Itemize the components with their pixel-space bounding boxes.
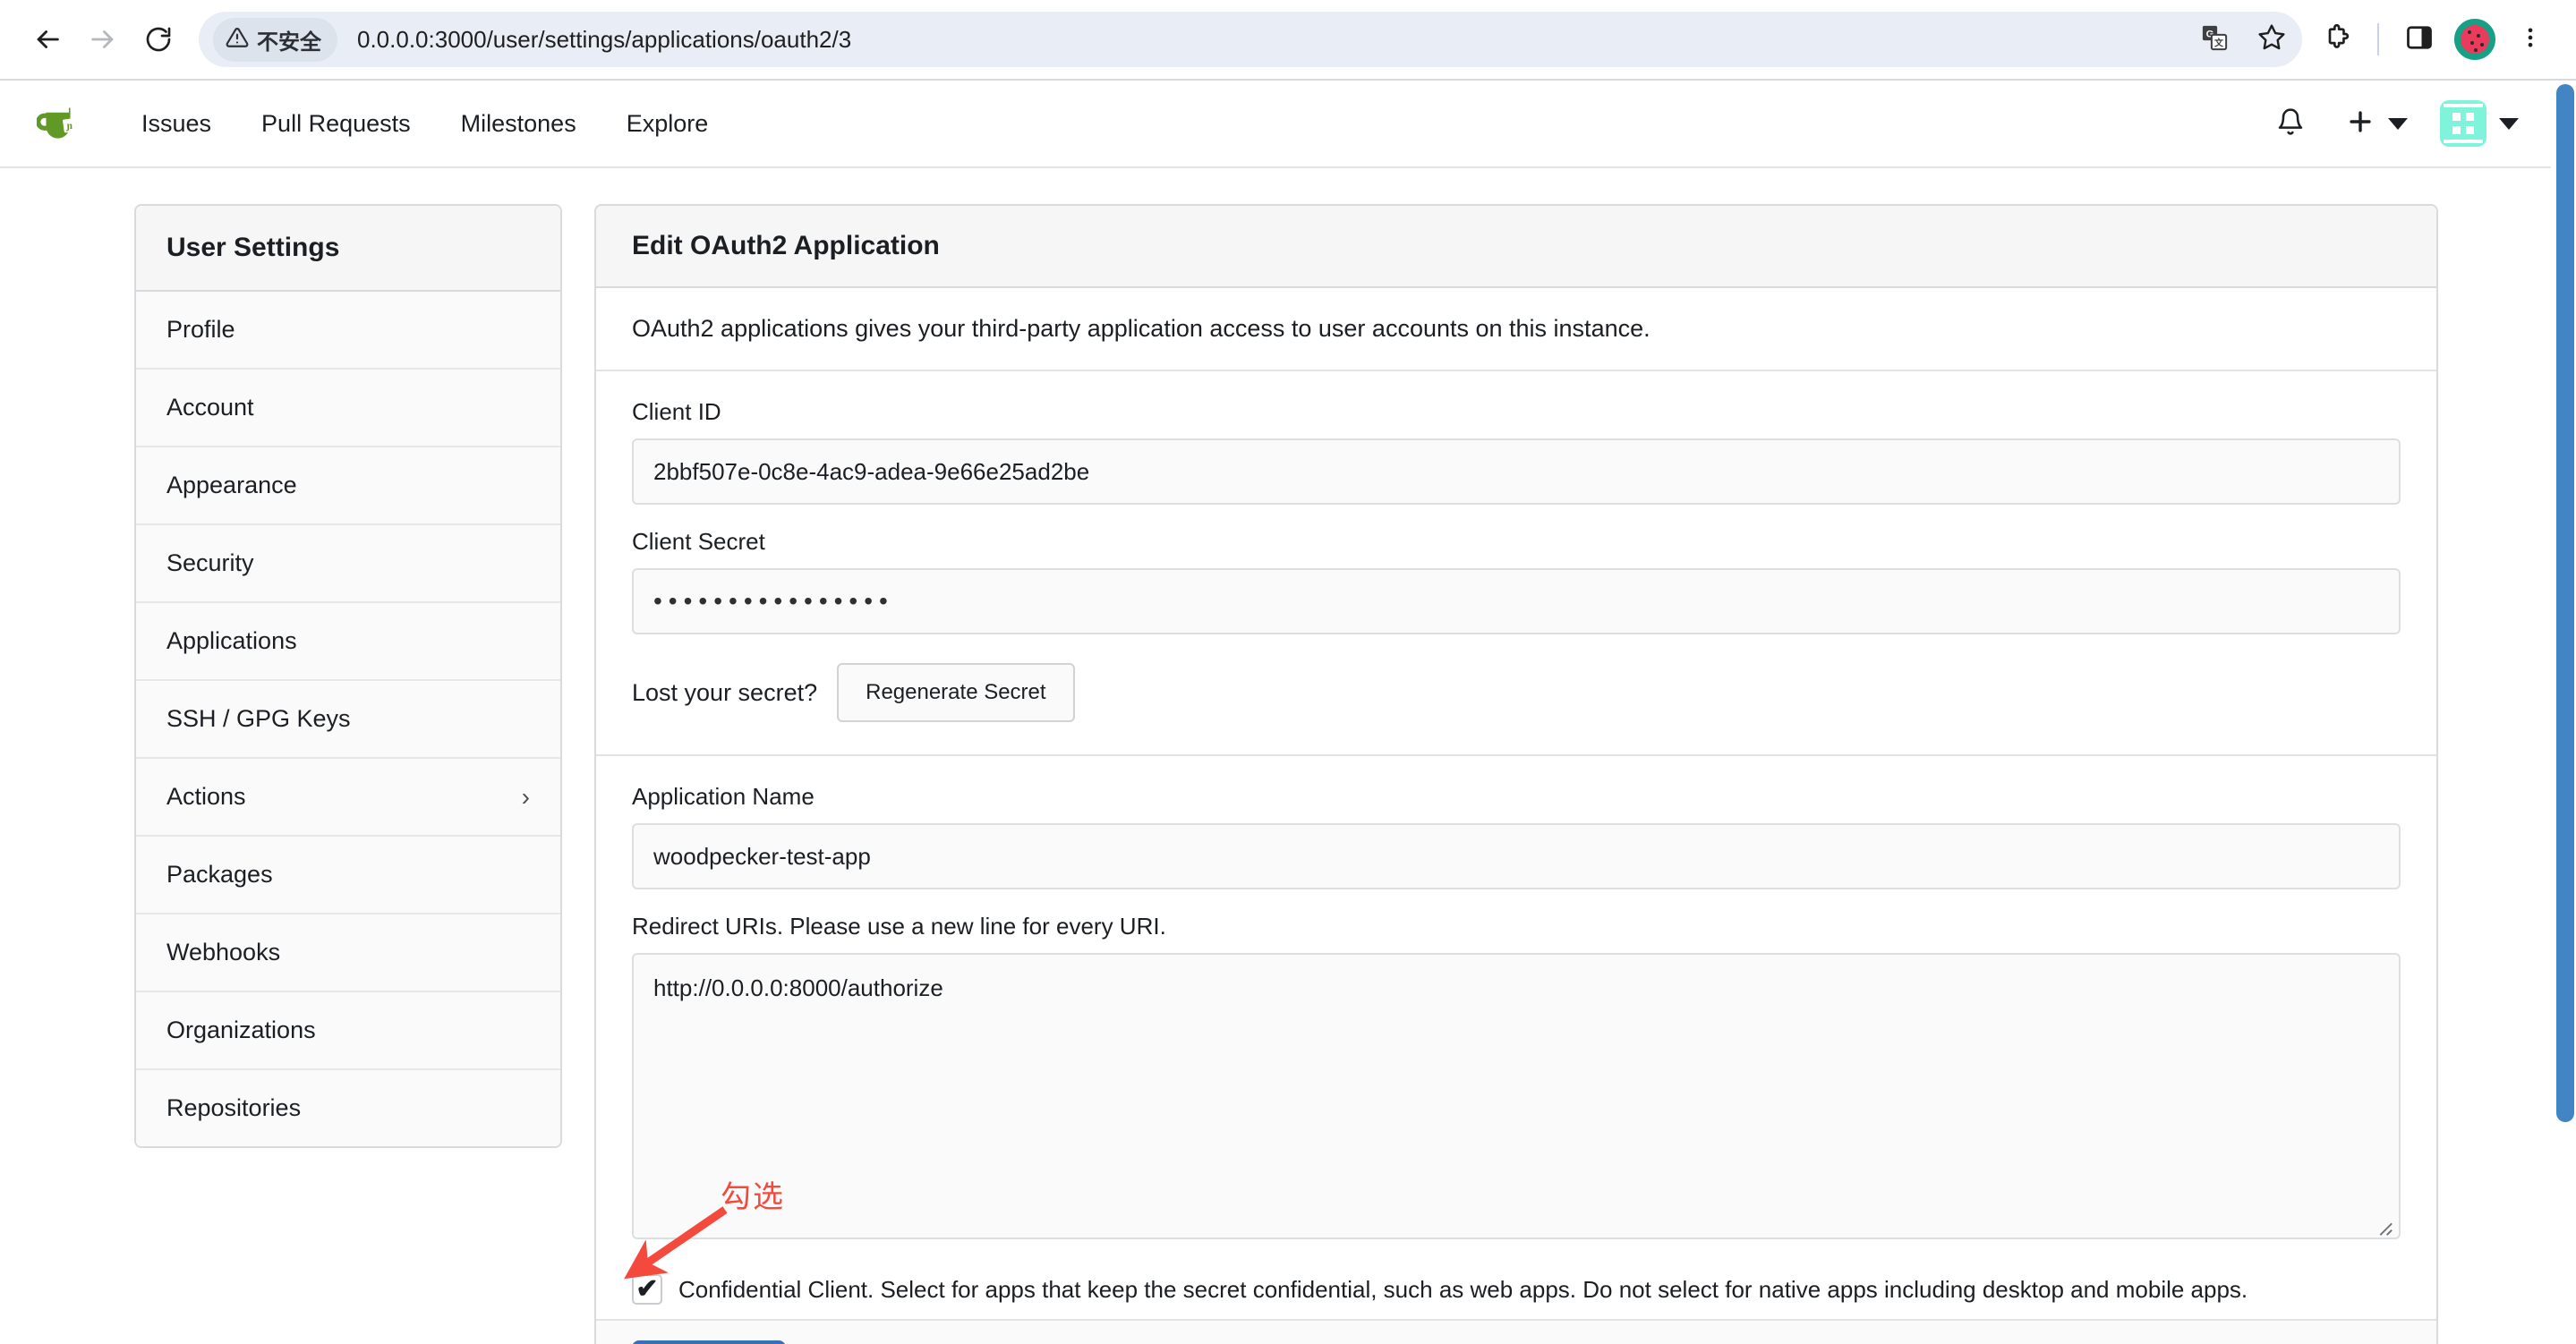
security-status-chip[interactable]: 不安全	[213, 17, 337, 62]
gitea-navbar: ɲ Issues Pull Requests Milestones Explor…	[0, 81, 2576, 168]
create-new-button[interactable]	[2345, 106, 2408, 141]
chevron-down-icon	[2388, 117, 2408, 130]
sidebar-item-actions[interactable]: Actions ›	[136, 759, 560, 837]
confidential-client-label: Confidential Client. Select for apps tha…	[678, 1275, 2248, 1303]
sidebar-item-repositories[interactable]: Repositories	[136, 1070, 560, 1146]
sidebar-item-label: Repositories	[166, 1094, 302, 1121]
notifications-button[interactable]	[2265, 98, 2316, 149]
sidebar-item-label: Account	[166, 394, 254, 421]
svg-text:文: 文	[2214, 37, 2224, 48]
user-settings-sidebar: User Settings Profile Account Appearance…	[134, 204, 562, 1148]
user-identicon-avatar	[2440, 100, 2486, 147]
nav-link-explore[interactable]: Explore	[601, 110, 734, 138]
sidebar-item-packages[interactable]: Packages	[136, 837, 560, 914]
browser-toolbar: 不安全 0.0.0.0:3000/user/settings/applicati…	[0, 0, 2576, 79]
sidebar-item-applications[interactable]: Applications	[136, 603, 560, 681]
sidebar-item-ssh-gpg-keys[interactable]: SSH / GPG Keys	[136, 681, 560, 759]
redirect-uris-label: Redirect URIs. Please use a new line for…	[632, 913, 1166, 940]
client-secret-label: Client Secret	[632, 528, 765, 555]
gitea-teacup-logo[interactable]: ɲ	[36, 98, 88, 149]
lost-secret-row: Lost your secret? Regenerate Secret	[632, 663, 2401, 722]
reload-button[interactable]	[131, 12, 186, 67]
sidebar-item-label: Actions	[166, 783, 246, 810]
profile-avatar-watermelon	[2454, 19, 2495, 60]
sidebar-item-label: Security	[166, 549, 254, 576]
address-bar[interactable]: 不安全 0.0.0.0:3000/user/settings/applicati…	[199, 12, 2302, 67]
bell-icon	[2276, 107, 2305, 140]
chevron-right-icon: ›	[521, 782, 530, 811]
extensions-puzzle-icon	[2323, 23, 2351, 56]
sidebar-item-account[interactable]: Account	[136, 370, 560, 447]
sidebar-item-label: Appearance	[166, 472, 297, 498]
sidebar-title: User Settings	[136, 206, 560, 292]
translate-icon: G 文	[2201, 24, 2228, 55]
nav-link-issues[interactable]: Issues	[116, 110, 236, 138]
page-content: User Settings Profile Account Appearance…	[0, 168, 2576, 1344]
client-secret-field[interactable]: ••••••••••••••••	[632, 568, 2401, 634]
panel-description: OAuth2 applications gives your third-par…	[596, 288, 2436, 371]
sidebar-item-webhooks[interactable]: Webhooks	[136, 914, 560, 992]
panel-title: Edit OAuth2 Application	[596, 206, 2436, 288]
application-name-label: Application Name	[632, 783, 815, 810]
arrow-left-icon	[32, 24, 63, 55]
sidebar-item-label: Packages	[166, 861, 273, 888]
svg-text:ɲ: ɲ	[66, 121, 73, 132]
sidebar-item-label: SSH / GPG Keys	[166, 705, 351, 732]
redirect-uris-textarea[interactable]	[632, 953, 2401, 1239]
gitea-nav-right	[2252, 98, 2535, 149]
save-bar: Save	[596, 1319, 2436, 1344]
browser-menu-button[interactable]	[2504, 13, 2556, 65]
profile-button[interactable]	[2449, 13, 2501, 65]
side-panel-icon	[2406, 24, 2433, 55]
toolbar-divider	[2377, 23, 2379, 55]
nav-link-pull-requests[interactable]: Pull Requests	[236, 110, 436, 138]
back-button[interactable]	[20, 12, 75, 67]
translate-button[interactable]: G 文	[2189, 14, 2239, 64]
side-panel-button[interactable]	[2393, 13, 2445, 65]
sidebar-item-security[interactable]: Security	[136, 525, 560, 603]
bookmark-button[interactable]	[2247, 14, 2297, 64]
save-button[interactable]: Save	[632, 1340, 786, 1344]
client-id-field[interactable]: 2bbf507e-0c8e-4ac9-adea-9e66e25ad2be	[632, 438, 2401, 505]
nav-link-milestones[interactable]: Milestones	[436, 110, 601, 138]
credentials-section: Client ID 2bbf507e-0c8e-4ac9-adea-9e66e2…	[596, 371, 2436, 756]
security-status-label: 不安全	[257, 30, 321, 55]
sidebar-item-organizations[interactable]: Organizations	[136, 992, 560, 1070]
three-dots-menu-icon	[2518, 25, 2543, 55]
check-icon: ✔	[635, 1274, 659, 1304]
page-scrollbar[interactable]	[2551, 81, 2576, 1344]
user-menu-button[interactable]	[2440, 100, 2519, 147]
sidebar-item-profile[interactable]: Profile	[136, 292, 560, 370]
warning-triangle-icon	[226, 26, 249, 54]
sidebar-item-label: Organizations	[166, 1017, 316, 1043]
sidebar-item-label: Profile	[166, 316, 235, 343]
edit-oauth2-application-panel: Edit OAuth2 Application OAuth2 applicati…	[594, 204, 2438, 1344]
confidential-client-checkbox[interactable]: ✔	[632, 1274, 662, 1305]
lost-secret-label: Lost your secret?	[632, 678, 818, 706]
arrow-right-icon	[88, 24, 118, 55]
client-id-label: Client ID	[632, 398, 721, 425]
application-name-field[interactable]: woodpecker-test-app	[632, 823, 2401, 889]
url-text: 0.0.0.0:3000/user/settings/applications/…	[357, 25, 852, 53]
star-icon	[2257, 23, 2286, 56]
gitea-nav-links: Issues Pull Requests Milestones Explore	[116, 110, 733, 138]
forward-button[interactable]	[75, 12, 131, 67]
regenerate-secret-button[interactable]: Regenerate Secret	[837, 663, 1075, 722]
plus-icon	[2345, 106, 2376, 141]
sidebar-item-label: Webhooks	[166, 939, 281, 965]
sidebar-item-label: Applications	[166, 627, 297, 654]
reload-icon	[144, 25, 173, 54]
scrollbar-thumb[interactable]	[2556, 84, 2574, 1122]
browser-toolbar-right	[2311, 13, 2556, 65]
sidebar-item-appearance[interactable]: Appearance	[136, 447, 560, 525]
application-details-section: Application Name woodpecker-test-app Red…	[596, 756, 2436, 1319]
extensions-button[interactable]	[2311, 13, 2363, 65]
confidential-client-row: ✔ Confidential Client. Select for apps t…	[632, 1274, 2401, 1305]
chevron-down-icon	[2499, 117, 2519, 130]
